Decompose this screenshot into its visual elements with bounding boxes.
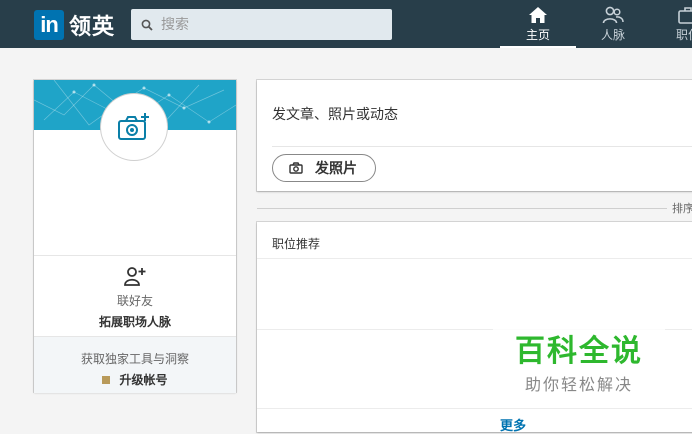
nav-label-network: 人脉 (600, 28, 625, 42)
feed-sort-label[interactable]: 排序 (672, 200, 692, 216)
upgrade-cta-label: 升级帐号 (119, 373, 168, 387)
nav-label-home: 主页 (525, 28, 550, 42)
connect-friends-section[interactable]: 联好友 拓展职场人脉 (34, 266, 236, 330)
upgrade-cta[interactable]: 升级帐号 (34, 371, 236, 388)
jobs-title: 职位推荐 (272, 237, 321, 251)
linkedin-logo[interactable]: in 领英 (34, 9, 115, 41)
logo-mark: in (34, 10, 64, 40)
people-icon (602, 6, 624, 24)
share-prompt[interactable]: 发文章、照片或动态 (272, 104, 398, 124)
active-tab-indicator (500, 46, 576, 48)
feed-sort-divider (257, 208, 667, 209)
camera-icon (289, 162, 303, 174)
watermark-title: 百科全说 (515, 334, 643, 369)
upgrade-section[interactable]: 获取独家工具与洞察 升级帐号 (34, 336, 236, 393)
home-icon (529, 7, 547, 23)
search-input[interactable] (159, 15, 383, 34)
share-divider (272, 146, 692, 147)
profile-card: 联好友 拓展职场人脉 获取独家工具与洞察 升级帐号 (34, 80, 236, 393)
post-photo-label: 发照片 (315, 161, 357, 177)
brand-name: 领英 (69, 15, 116, 40)
post-photo-button[interactable]: 发照片 (272, 154, 376, 182)
nav-item-network[interactable]: 人脉 (573, 6, 653, 43)
watermark-subtitle: 助你轻松解决 (524, 375, 633, 394)
nav-item-home[interactable]: 主页 (498, 6, 578, 48)
share-box: 发文章、照片或动态 发照片 (257, 80, 692, 191)
top-navigation-bar: in 领英 主页 人脉 职位 (0, 0, 692, 48)
premium-badge-icon (102, 375, 111, 384)
jobs-divider (257, 408, 692, 409)
watermark: 百科全说 助你轻松解决 (493, 325, 665, 403)
nav-label-jobs: 职位 (675, 28, 692, 42)
search-icon (141, 19, 153, 31)
upgrade-label: 获取独家工具与洞察 (80, 352, 189, 366)
connect-label: 联好友 (116, 294, 153, 308)
connect-cta[interactable]: 拓展职场人脉 (34, 313, 236, 330)
camera-plus-icon (118, 113, 149, 140)
search-box[interactable] (131, 9, 392, 40)
nav-item-jobs[interactable]: 职位 (648, 6, 692, 43)
card-divider (34, 255, 236, 256)
jobs-divider (257, 258, 692, 259)
profile-avatar[interactable] (101, 94, 167, 160)
add-person-icon (124, 267, 146, 286)
briefcase-icon (678, 7, 692, 24)
jobs-more-link[interactable]: 更多 (500, 415, 526, 434)
